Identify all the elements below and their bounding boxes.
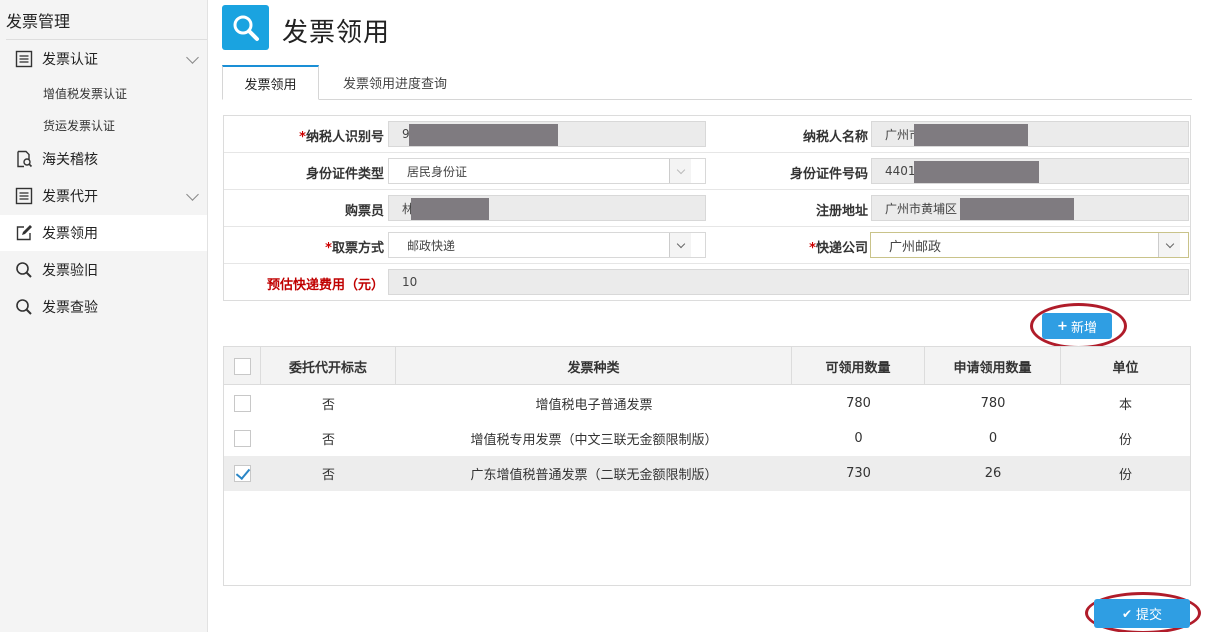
edit-icon [14, 223, 34, 243]
list-icon [14, 186, 34, 206]
buyer-label: 购票员 [344, 204, 384, 219]
cell-type: 增值税电子普通发票 [535, 398, 653, 413]
table-row[interactable]: 否 增值税电子普通发票 780 780 本 [224, 386, 1190, 421]
tab-claim-progress[interactable]: 发票领用进度查询 [330, 65, 460, 100]
cell-requested[interactable]: 780 [925, 386, 1061, 421]
sidebar-item-invoice-check[interactable]: 发票查验 [0, 289, 207, 325]
sidebar-item-label: 发票代开 [42, 189, 98, 205]
col-header-requested: 申请领用数量 [925, 347, 1061, 385]
sidebar-item-label: 发票验旧 [42, 263, 98, 279]
sidebar-item-invoice-claim[interactable]: 发票领用 [0, 215, 207, 251]
sidebar-divider [6, 39, 207, 40]
reg-address-field[interactable]: 广州市黄埔区 [871, 195, 1189, 221]
sidebar-item-customs[interactable]: 海关稽核 [0, 141, 207, 177]
taxpayer-name-field[interactable]: 广州市 [871, 121, 1189, 147]
check-icon: ✔ [1121, 606, 1133, 621]
form-row: *纳税人识别号 9 纳税人名称 广州市 [224, 116, 1190, 153]
redaction-block [960, 198, 1074, 220]
redaction-block [411, 198, 489, 220]
row-checkbox-cell [224, 386, 261, 421]
taxpayer-id-field[interactable]: 9 [388, 121, 706, 147]
taxpayer-id-label: *纳税人识别号 [299, 130, 384, 145]
cell-unit: 份 [1118, 468, 1132, 483]
cell-unit: 本 [1118, 398, 1132, 413]
form-row: *取票方式 邮政快递 *快递公司 广州邮政 [224, 227, 1190, 264]
table-row[interactable]: 否 增值税专用发票（中文三联无金额限制版） 0 0 份 [224, 421, 1190, 456]
redaction-block [409, 124, 558, 146]
col-header-available: 可领用数量 [792, 347, 925, 385]
invoice-table: 委托代开标志 发票种类 可领用数量 申请领用数量 单位 否 增值税电子普通发票 … [223, 346, 1191, 586]
table-row[interactable]: 否 广东增值税普通发票（二联无金额限制版） 730 26 份 [224, 456, 1190, 491]
redaction-block [914, 161, 1039, 183]
pickup-method-select[interactable]: 邮政快递 [388, 232, 706, 258]
sidebar-item-label: 发票查验 [42, 300, 98, 316]
cell-delegate: 否 [321, 468, 335, 483]
id-type-select[interactable]: 居民身份证 [388, 158, 706, 184]
chevron-down-icon[interactable] [1158, 233, 1180, 257]
sidebar-item-invoice-verify-old[interactable]: 发票验旧 [0, 252, 207, 288]
claim-form: *纳税人识别号 9 纳税人名称 广州市 身份证件类型 居民身份证 身份证件号码 … [223, 115, 1191, 301]
cell-requested[interactable]: 26 [925, 456, 1061, 491]
sidebar-item-label: 海关稽核 [42, 152, 98, 168]
chevron-down-icon[interactable] [669, 159, 691, 183]
sidebar: 发票管理 发票认证 增值税发票认证 货运发票认证 海关稽核 发票代开 发票领用 … [0, 0, 208, 632]
pickup-method-label: *取票方式 [325, 241, 384, 256]
cell-available: 780 [846, 396, 871, 411]
chevron-down-icon[interactable] [669, 233, 691, 257]
cell-unit: 份 [1118, 433, 1132, 448]
table-header: 委托代开标志 发票种类 可领用数量 申请领用数量 单位 [224, 347, 1190, 385]
id-number-label: 身份证件号码 [789, 167, 868, 182]
page-title: 发票领用 [282, 18, 391, 48]
chevron-down-icon [186, 188, 199, 201]
id-type-label: 身份证件类型 [305, 167, 384, 182]
courier-select[interactable]: 广州邮政 [870, 232, 1189, 258]
form-row: 身份证件类型 居民身份证 身份证件号码 4401 [224, 153, 1190, 190]
sidebar-item-proxy-issue[interactable]: 发票代开 [0, 178, 207, 214]
select-all-checkbox[interactable] [233, 357, 251, 375]
redaction-block [914, 124, 1028, 146]
form-row: 预估快递费用（元） 10 [224, 264, 1190, 301]
sidebar-subitem-vat-auth[interactable]: 增值税发票认证 [43, 85, 127, 102]
select-all-cell [224, 347, 261, 385]
row-checkbox-checked[interactable] [234, 465, 251, 482]
fee-field[interactable]: 10 [388, 269, 1189, 295]
form-row: 购票员 林 注册地址 广州市黄埔区 [224, 190, 1190, 227]
fee-label: 预估快递费用（元） [266, 278, 384, 293]
sidebar-item-label: 发票领用 [42, 226, 98, 242]
search-icon [14, 297, 34, 317]
page-search-icon [222, 5, 269, 50]
cell-requested[interactable]: 0 [925, 421, 1061, 456]
id-number-field[interactable]: 4401 [871, 158, 1189, 184]
cell-delegate: 否 [321, 398, 335, 413]
col-header-type: 发票种类 [396, 347, 792, 385]
sidebar-subitem-freight-auth[interactable]: 货运发票认证 [43, 117, 115, 134]
cell-delegate: 否 [321, 433, 335, 448]
row-checkbox-cell [224, 421, 261, 456]
reg-address-label: 注册地址 [815, 204, 868, 219]
search-icon [14, 260, 34, 280]
courier-label: *快递公司 [809, 241, 868, 256]
taxpayer-name-label: 纳税人名称 [802, 130, 868, 145]
doc-search-icon [14, 149, 34, 169]
row-checkbox-cell [224, 456, 261, 491]
cell-available: 730 [846, 466, 871, 481]
buyer-field[interactable]: 林 [388, 195, 706, 221]
cell-available: 0 [854, 431, 863, 446]
cell-type: 增值税专用发票（中文三联无金额限制版） [470, 433, 718, 448]
col-header-delegate: 委托代开标志 [261, 347, 396, 385]
col-header-unit: 单位 [1112, 360, 1139, 376]
row-checkbox[interactable] [234, 430, 251, 447]
plus-icon: + [1057, 318, 1068, 334]
tab-invoice-claim[interactable]: 发票领用 [222, 65, 319, 100]
list-icon [14, 49, 34, 69]
cell-type: 广东增值税普通发票（二联无金额限制版） [470, 468, 718, 483]
sidebar-item-label: 发票认证 [42, 52, 98, 68]
sidebar-item-invoice-auth[interactable]: 发票认证 [0, 41, 207, 77]
submit-button[interactable]: ✔ 提交 [1094, 599, 1190, 628]
chevron-down-icon [186, 51, 199, 64]
add-button[interactable]: + 新增 [1042, 313, 1112, 339]
row-checkbox[interactable] [234, 395, 251, 412]
sidebar-title: 发票管理 [6, 12, 71, 31]
